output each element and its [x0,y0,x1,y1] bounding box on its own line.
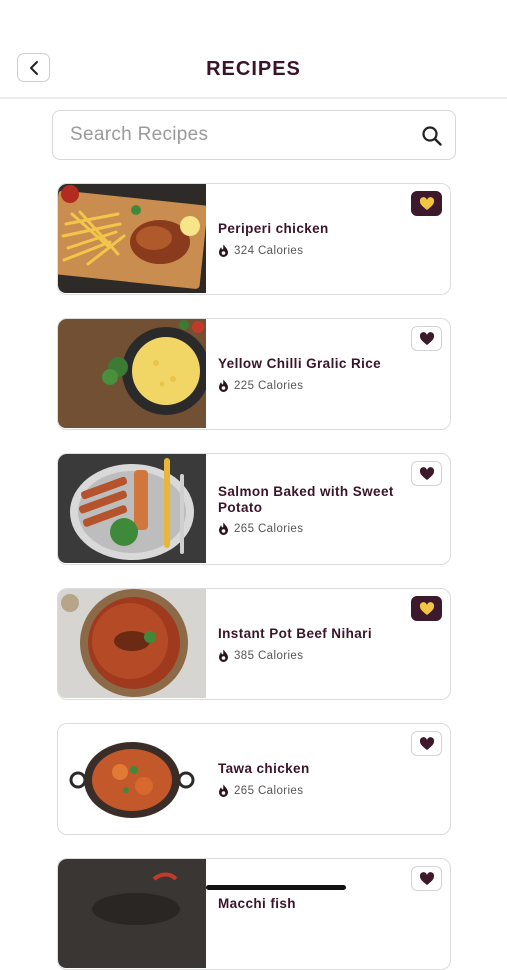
heart-icon [419,601,434,615]
flame-icon [219,244,228,257]
favorite-button[interactable] [411,731,442,756]
calories-text: 265 Calories [234,784,304,797]
recipe-image [58,589,206,698]
heart-icon [419,736,434,750]
calories-text: 324 Calories [234,244,304,257]
search-icon[interactable] [421,125,443,147]
flame-icon [219,784,228,797]
favorite-button[interactable] [411,866,442,891]
calories-row: 265 Calories [218,784,303,797]
recipe-image [58,724,206,833]
recipe-name: Periperi chicken [218,221,329,236]
favorite-button[interactable] [411,596,442,621]
recipe-card[interactable]: Tawa chicken 265 Calories [57,723,451,835]
search-placeholder: Search Recipes [70,124,209,145]
calories-row: 265 Calories [218,522,303,535]
recipe-image [58,184,206,293]
flame-icon [219,649,228,662]
calories-row: 225 Calories [218,379,303,392]
page-title: RECIPES [206,58,301,80]
recipe-card[interactable]: Macchi fish [57,858,451,970]
flame-icon [219,379,228,392]
recipe-name: Salmon Baked with Sweet Potato [218,484,394,515]
recipe-card[interactable]: Yellow Chilli Gralic Rice 225 Calories [57,318,451,430]
calories-row: 385 Calories [218,649,303,662]
recipe-card[interactable]: Instant Pot Beef Nihari 385 Calories [57,588,451,700]
calories-text: 385 Calories [234,649,304,662]
heart-icon [419,196,434,210]
calories-text: 225 Calories [234,379,304,392]
recipe-card[interactable]: Periperi chicken 324 Calories [57,183,451,295]
heart-icon [419,466,434,480]
home-indicator[interactable] [206,885,346,890]
recipe-name: Yellow Chilli Gralic Rice [218,356,382,371]
recipe-name: Instant Pot Beef Nihari [218,626,372,641]
calories-text: 265 Calories [234,522,304,535]
search-input[interactable]: Search Recipes [52,110,456,160]
recipe-image [58,859,206,968]
favorite-button[interactable] [411,326,442,351]
calories-row: 324 Calories [218,244,303,257]
recipe-image [58,454,206,563]
favorite-button[interactable] [411,191,442,216]
recipe-name: Tawa chicken [218,761,310,776]
recipe-image [58,319,206,428]
favorite-button[interactable] [411,461,442,486]
heart-icon [419,331,434,345]
recipe-name: Macchi fish [218,896,296,911]
header-bar: RECIPES [0,0,507,99]
recipe-card[interactable]: Salmon Baked with Sweet Potato 265 Calor… [57,453,451,565]
heart-icon [419,871,434,885]
flame-icon [219,522,228,535]
